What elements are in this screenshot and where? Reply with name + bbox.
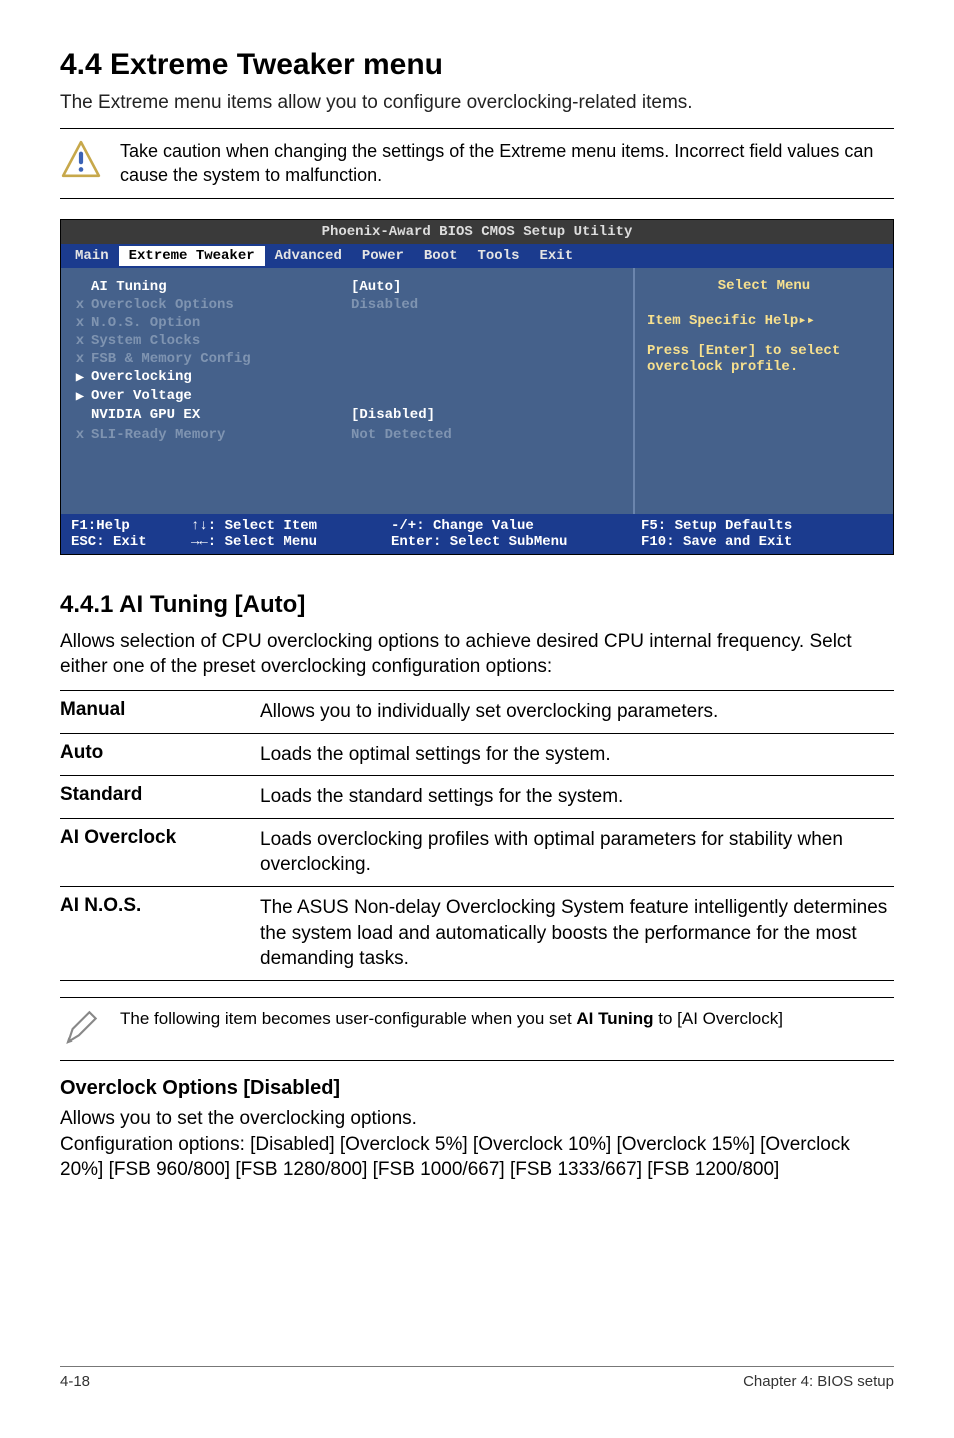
bios-menu-main[interactable]: Main (65, 246, 119, 266)
bios-footer-enter: Enter: Select SubMenu (391, 534, 641, 550)
bios-row-marker: ▶ (69, 369, 91, 386)
bios-row-value: [Disabled] (351, 407, 435, 423)
bios-row-label: System Clocks (91, 333, 351, 349)
pencil-note: The following item becomes user-configur… (60, 997, 894, 1061)
section-heading: 4.4.1 AI Tuning [Auto] (60, 591, 894, 619)
caution-text: Take caution when changing the settings … (120, 139, 894, 188)
bios-row-label: FSB & Memory Config (91, 351, 351, 367)
bios-row-label: Over Voltage (91, 388, 351, 405)
bios-help-line1: Item Specific Help▸▸ (647, 312, 881, 329)
bios-footer-leftright: →←: Select Menu (191, 534, 391, 550)
bios-footer-esc: ESC: Exit (71, 534, 191, 550)
overclock-p2: Configuration options: [Disabled] [Overc… (60, 1132, 894, 1183)
bios-footer-updown: ↑↓: Select Item (191, 518, 391, 534)
definition-desc: Allows you to individually set overclock… (260, 690, 894, 733)
page-title: 4.4 Extreme Tweaker menu (60, 48, 894, 82)
bios-row-marker: x (69, 427, 91, 443)
definition-desc: Loads the optimal settings for the syste… (260, 733, 894, 776)
bios-row-marker: x (69, 333, 91, 349)
bios-option-row: xN.O.S. Option (69, 314, 625, 332)
definition-term: Auto (60, 733, 260, 776)
bios-footer-change: -/+: Change Value (391, 518, 641, 534)
bios-footer-f10: F10: Save and Exit (641, 534, 883, 550)
page-number: 4-18 (60, 1373, 90, 1390)
bios-row-label: SLI-Ready Memory (91, 427, 351, 443)
bios-footer-f1: F1:Help (71, 518, 191, 534)
bios-row-marker: x (69, 297, 91, 313)
definition-desc: The ASUS Non-delay Overclocking System f… (260, 887, 894, 981)
chapter-label: Chapter 4: BIOS setup (743, 1373, 894, 1390)
table-row: ManualAllows you to individually set ove… (60, 690, 894, 733)
bios-option-row: xOverclock OptionsDisabled (69, 296, 625, 314)
bios-option-row: xSLI-Ready MemoryNot Detected (69, 426, 625, 444)
bios-menu-advanced[interactable]: Advanced (265, 246, 352, 266)
pencil-icon (60, 1008, 102, 1050)
bios-row-marker: x (69, 351, 91, 367)
overclock-p1: Allows you to set the overclocking optio… (60, 1106, 894, 1132)
bios-row-value: Disabled (351, 297, 418, 313)
bios-help-line2: Press [Enter] to select overclock profil… (647, 343, 881, 375)
table-row: StandardLoads the standard settings for … (60, 776, 894, 819)
bios-screenshot: Phoenix-Award BIOS CMOS Setup Utility Ma… (60, 219, 894, 555)
table-row: AI OverclockLoads overclocking profiles … (60, 818, 894, 886)
bios-option-row[interactable]: ▶Over Voltage (69, 387, 625, 406)
definition-table: ManualAllows you to individually set ove… (60, 690, 894, 981)
bios-option-row: xSystem Clocks (69, 332, 625, 350)
bios-help-panel: Select Menu Item Specific Help▸▸ Press [… (633, 268, 893, 514)
bios-row-label: Overclock Options (91, 297, 351, 313)
bios-row-value: [Auto] (351, 279, 401, 295)
definition-term: Standard (60, 776, 260, 819)
bios-help-title: Select Menu (647, 278, 881, 294)
page-footer: 4-18 Chapter 4: BIOS setup (60, 1366, 894, 1390)
bios-menu-boot[interactable]: Boot (414, 246, 468, 266)
bios-footer-f5: F5: Setup Defaults (641, 518, 883, 534)
bios-row-marker: ▶ (69, 388, 91, 405)
bios-row-label: AI Tuning (91, 279, 351, 295)
bios-row-label: Overclocking (91, 369, 351, 386)
bios-row-value: Not Detected (351, 427, 452, 443)
definition-desc: Loads the standard settings for the syst… (260, 776, 894, 819)
bios-option-row[interactable]: NVIDIA GPU EX[Disabled] (69, 406, 625, 424)
bios-row-label: NVIDIA GPU EX (91, 407, 351, 423)
bios-row-label: N.O.S. Option (91, 315, 351, 331)
bios-row-marker: x (69, 315, 91, 331)
definition-term: AI N.O.S. (60, 887, 260, 981)
bios-menu-bar: Main Extreme Tweaker Advanced Power Boot… (61, 244, 893, 268)
bios-menu-power[interactable]: Power (352, 246, 414, 266)
table-row: AI N.O.S.The ASUS Non-delay Overclocking… (60, 887, 894, 981)
bios-title: Phoenix-Award BIOS CMOS Setup Utility (61, 220, 893, 244)
section-para: Allows selection of CPU overclocking opt… (60, 629, 894, 680)
bios-menu-tools[interactable]: Tools (467, 246, 529, 266)
overclock-heading: Overclock Options [Disabled] (60, 1077, 894, 1100)
bios-menu-exit[interactable]: Exit (530, 246, 584, 266)
definition-desc: Loads overclocking profiles with optimal… (260, 818, 894, 886)
bios-option-row[interactable]: ▶Overclocking (69, 368, 625, 387)
bios-footer: F1:Help ↑↓: Select Item -/+: Change Valu… (61, 514, 893, 554)
definition-term: Manual (60, 690, 260, 733)
bios-row-marker (69, 279, 91, 295)
bios-option-row[interactable]: AI Tuning[Auto] (69, 278, 625, 296)
caution-note: Take caution when changing the settings … (60, 128, 894, 199)
pencil-note-text: The following item becomes user-configur… (120, 1008, 783, 1031)
bios-left-panel: AI Tuning[Auto]xOverclock OptionsDisable… (61, 268, 633, 514)
bios-option-row: xFSB & Memory Config (69, 350, 625, 368)
definition-term: AI Overclock (60, 818, 260, 886)
bios-row-marker (69, 407, 91, 423)
caution-icon (60, 139, 102, 181)
bios-menu-extreme-tweaker[interactable]: Extreme Tweaker (119, 246, 265, 266)
table-row: AutoLoads the optimal settings for the s… (60, 733, 894, 776)
intro-text: The Extreme menu items allow you to conf… (60, 92, 894, 114)
